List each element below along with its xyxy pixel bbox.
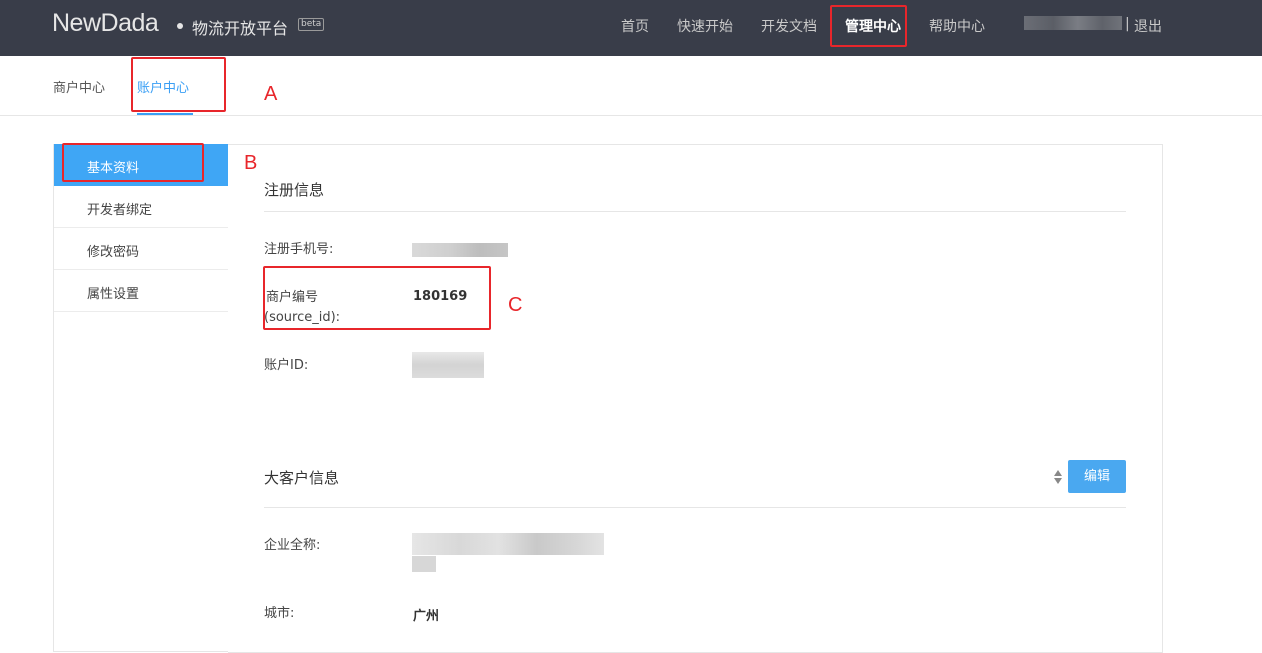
company-name-redacted [412, 533, 604, 555]
active-tab-indicator [137, 113, 193, 115]
annotation-label-c: C [508, 294, 523, 316]
annotation-box-a [131, 57, 226, 112]
phone-label: 注册手机号: [264, 242, 334, 257]
company-name-label: 企业全称: [264, 538, 321, 553]
company-name-redacted-line2 [412, 556, 436, 572]
top-nav-bar: NewDada 物流开放平台 beta 首页 快速开始 开发文档 管理中心 帮助… [0, 0, 1262, 56]
tab-merchant-center[interactable]: 商户中心 [53, 77, 105, 96]
registration-section-title: 注册信息 [264, 181, 325, 199]
platform-title: 物流开放平台 [192, 19, 289, 38]
sidebar-item-label: 属性设置 [87, 287, 140, 302]
section-divider [264, 211, 1126, 212]
annotation-box-nav [830, 5, 907, 47]
section-divider [264, 507, 1126, 508]
sort-arrows-icon[interactable] [1051, 467, 1065, 487]
nav-help-center[interactable]: 帮助中心 [929, 16, 985, 36]
nav-quick-start[interactable]: 快速开始 [677, 16, 733, 36]
sidebar-item-change-password[interactable]: 修改密码 [54, 228, 229, 270]
annotation-label-b: B [244, 152, 258, 174]
nav-dev-docs[interactable]: 开发文档 [761, 16, 817, 36]
sidebar-item-label: 修改密码 [87, 245, 140, 260]
customer-section-title: 大客户信息 [264, 469, 340, 487]
account-id-label: 账户ID: [264, 358, 309, 373]
sidebar-item-label: 开发者绑定 [87, 203, 153, 218]
annotation-label-a: A [264, 83, 278, 105]
sidebar-item-developer-binding[interactable]: 开发者绑定 [54, 186, 229, 228]
sidebar-item-attribute-settings[interactable]: 属性设置 [54, 270, 229, 312]
annotation-box-b [62, 143, 204, 182]
account-id-redacted [412, 352, 484, 378]
city-label: 城市: [264, 606, 295, 621]
nav-separator: | [1125, 16, 1130, 32]
newdada-logo[interactable]: NewDada [52, 9, 159, 38]
logout-link[interactable]: 退出 [1134, 16, 1162, 36]
city-value: 广州 [413, 609, 440, 624]
nav-home[interactable]: 首页 [621, 16, 649, 36]
username-redacted[interactable] [1024, 16, 1122, 30]
phone-value-redacted [412, 243, 508, 257]
annotation-box-c [263, 266, 491, 330]
beta-badge: beta [298, 18, 325, 31]
edit-button[interactable]: 编辑 [1068, 460, 1126, 493]
main-panel [228, 144, 1163, 653]
sidebar: 基本资料 开发者绑定 修改密码 属性设置 [53, 144, 230, 652]
logo-dot [177, 23, 183, 29]
